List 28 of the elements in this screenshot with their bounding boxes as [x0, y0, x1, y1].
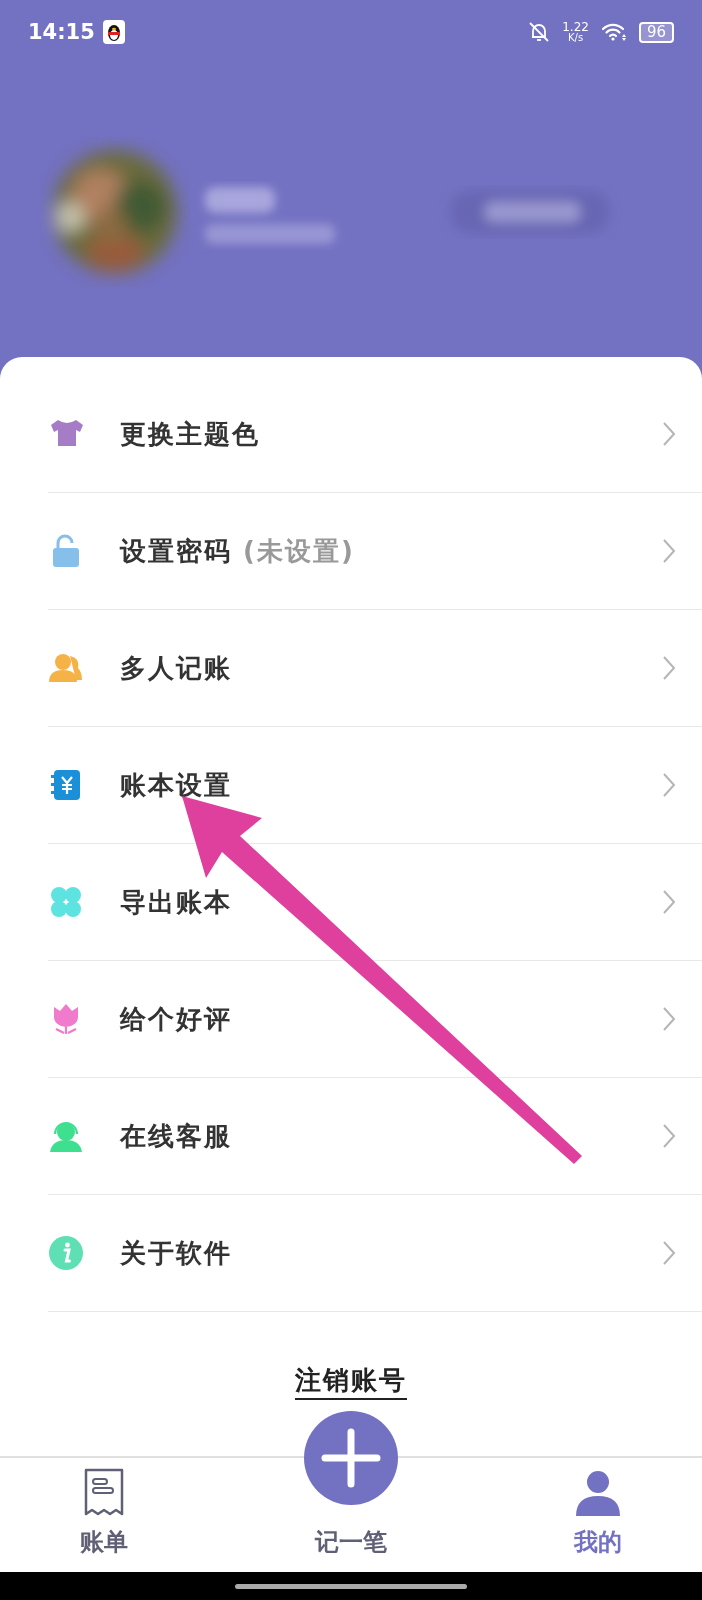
add-button[interactable] [303, 1410, 399, 1506]
net-speed-unit: K/s [567, 33, 584, 43]
bell-muted-icon [528, 21, 551, 43]
tab-label[interactable]: 我的 [574, 1526, 623, 1558]
menu-item[interactable]: 多人记账 [48, 610, 702, 727]
chevron-right-icon [662, 538, 676, 564]
info-icon [48, 1235, 84, 1271]
chevron-right-icon [662, 1006, 676, 1032]
penguin-app-icon [102, 20, 125, 44]
status-time: 14:15 [28, 20, 95, 44]
clover-icon [48, 884, 84, 920]
logout-link[interactable]: 注销账号 [295, 1363, 407, 1400]
tab-label[interactable]: 记一笔 [315, 1526, 387, 1558]
menu-item[interactable]: 关于软件 [48, 1195, 702, 1312]
person-icon [574, 1468, 623, 1518]
chevron-right-icon [662, 1123, 676, 1149]
chevron-right-icon [662, 772, 676, 798]
wifi-icon [600, 22, 627, 42]
chevron-right-icon [662, 655, 676, 681]
battery-indicator: 96 [638, 21, 674, 43]
menu-item[interactable]: 设置密码 (未设置) [48, 493, 702, 610]
chevron-right-icon [662, 421, 676, 447]
chevron-right-icon [662, 1240, 676, 1266]
home-indicator[interactable] [235, 1583, 467, 1589]
net-speed-value: 1.22 [562, 21, 589, 33]
tab-label[interactable]: 账单 [79, 1526, 128, 1558]
menu-item[interactable]: 更换主题色 [48, 376, 702, 493]
chevron-right-icon [662, 889, 676, 915]
